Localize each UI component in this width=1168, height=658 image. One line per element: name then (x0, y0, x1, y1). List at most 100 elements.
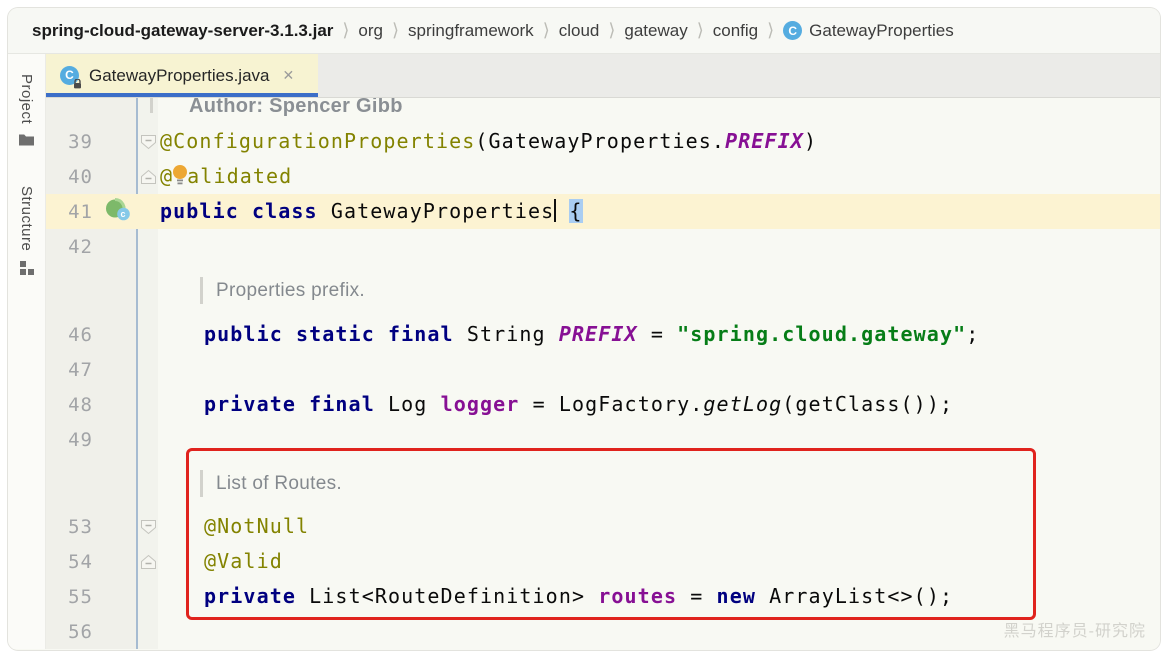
breadcrumb-item[interactable]: org (358, 21, 383, 41)
tab-title: GatewayProperties.java (89, 66, 269, 86)
code-line[interactable]: 53 @NotNull (46, 509, 1160, 544)
code-line-text[interactable] (158, 229, 1160, 264)
code-line[interactable]: 39 @ConfigurationProperties(GatewayProper… (46, 124, 1160, 159)
code-token: ; (966, 322, 979, 346)
code-token: Log (388, 392, 441, 416)
doc-comment-line[interactable]: Author: Spencer Gibb (46, 98, 1160, 124)
code-token: new (717, 584, 770, 608)
code-token: alidated (187, 164, 292, 188)
line-number[interactable]: 46 (68, 324, 93, 346)
doc-comment-text: Properties prefix. (216, 273, 365, 308)
fold-cell (138, 457, 158, 509)
breadcrumb-item-class[interactable]: GatewayProperties (809, 21, 954, 41)
close-icon[interactable]: ✕ (282, 67, 294, 84)
gutter-cell[interactable]: 40 (46, 159, 138, 194)
code-token: logger (441, 392, 520, 416)
doc-comment-line[interactable]: Properties prefix. (46, 264, 1160, 317)
class-icon: C (783, 21, 802, 40)
code-token: routes (598, 584, 677, 608)
fold-cell[interactable] (138, 124, 158, 159)
code-line[interactable]: 56 (46, 614, 1160, 649)
code-token: ) (804, 129, 817, 153)
line-number[interactable]: 49 (68, 429, 93, 451)
code-line-text[interactable]: public class GatewayProperties { (158, 194, 1160, 229)
gutter-cell[interactable]: 39 (46, 124, 138, 159)
code-line-text[interactable] (158, 422, 1160, 457)
gutter-cell[interactable]: 46 (46, 317, 138, 352)
sidebar-item-structure[interactable]: Structure (18, 186, 35, 280)
code-line-text[interactable]: @ConfigurationProperties(GatewayProperti… (158, 124, 1160, 159)
line-number[interactable]: 41 (68, 201, 93, 223)
code-token: private (204, 584, 309, 608)
gutter-cell[interactable]: 42 (46, 229, 138, 264)
code-line-text[interactable]: @NotNull (158, 509, 1160, 544)
gutter-cell[interactable] (46, 457, 138, 509)
code-line-text[interactable]: private final Log logger = LogFactory.ge… (158, 387, 1160, 422)
gutter-cell[interactable]: 47 (46, 352, 138, 387)
line-number[interactable]: 40 (68, 166, 93, 188)
breadcrumb-separator-icon: ⟩ (543, 20, 550, 41)
code-line-text[interactable]: @alidated (158, 159, 1160, 194)
fold-cell (138, 194, 158, 229)
gutter-cell[interactable] (46, 264, 138, 317)
code-line[interactable]: 46 public static final String PREFIX = "s… (46, 317, 1160, 352)
code-line-text[interactable]: private List<RouteDefinition> routes = n… (158, 579, 1160, 614)
code-line[interactable]: 42 (46, 229, 1160, 264)
code-line-text[interactable]: List of Routes. (158, 457, 1160, 509)
code-line-text[interactable]: @Valid (158, 544, 1160, 579)
code-line[interactable]: 54 @Valid (46, 544, 1160, 579)
fold-cell (138, 579, 158, 614)
breadcrumb-item[interactable]: spring-cloud-gateway-server-3.1.3.jar (32, 21, 333, 41)
breadcrumb-item[interactable]: gateway (624, 21, 687, 41)
code-line-text[interactable]: public static final String PREFIX = "spr… (158, 317, 1160, 352)
code-line-text[interactable] (158, 352, 1160, 387)
fold-cell (138, 352, 158, 387)
line-number[interactable]: 55 (68, 586, 93, 608)
fold-cell[interactable] (138, 544, 158, 579)
code-token: = LogFactory. (519, 392, 703, 416)
gutter-cell[interactable]: 56 (46, 614, 138, 649)
code-editor[interactable]: Author: Spencer Gibb 39 @ConfigurationProp… (46, 98, 1160, 649)
tab-gatewayproperties-java[interactable]: C GatewayProperties.java ✕ (46, 54, 318, 97)
code-line[interactable]: 55 private List<RouteDefinition> routes =… (46, 579, 1160, 614)
fold-cell[interactable] (138, 509, 158, 544)
folder-icon (18, 132, 35, 152)
line-number[interactable]: 39 (68, 131, 93, 153)
gutter-cell[interactable]: 53 (46, 509, 138, 544)
line-number[interactable]: 54 (68, 551, 93, 573)
line-number[interactable]: 42 (68, 236, 93, 258)
code-token: PREFIX (725, 129, 804, 153)
line-number[interactable]: 53 (68, 516, 93, 538)
spring-class-icon[interactable]: c (105, 197, 132, 226)
line-number[interactable]: 48 (68, 394, 93, 416)
code-line-text[interactable]: Author: Spencer Gibb (158, 98, 1160, 124)
gutter-cell[interactable] (46, 98, 138, 124)
gutter-cell[interactable]: 41 c (46, 194, 138, 229)
gutter-cell[interactable]: 49 (46, 422, 138, 457)
code-token: public class (160, 199, 331, 223)
line-number[interactable]: 47 (68, 359, 93, 381)
code-token: List<RouteDefinition> (309, 584, 598, 608)
code-line[interactable]: 49 (46, 422, 1160, 457)
line-number[interactable]: 56 (68, 621, 93, 643)
code-line[interactable]: 40 @alidated (46, 159, 1160, 194)
code-line-text[interactable]: Properties prefix. (158, 264, 1160, 317)
fold-cell[interactable] (138, 159, 158, 194)
code-line[interactable]: 47 (46, 352, 1160, 387)
code-token: ArrayList<>(); (769, 584, 953, 608)
code-line[interactable]: 41 c public class GatewayProperties { (46, 194, 1160, 229)
breadcrumb-separator-icon: ⟩ (767, 20, 774, 41)
doc-comment-line[interactable]: List of Routes. (46, 457, 1160, 509)
code-token: public static final (204, 322, 467, 346)
gutter-cell[interactable]: 54 (46, 544, 138, 579)
breadcrumb-item[interactable]: cloud (559, 21, 600, 41)
fold-cell (138, 614, 158, 649)
gutter-cell[interactable]: 55 (46, 579, 138, 614)
intention-bulb-icon[interactable] (172, 163, 188, 198)
doc-comment-bar (150, 98, 153, 113)
breadcrumb-item[interactable]: config (713, 21, 758, 41)
breadcrumb-item[interactable]: springframework (408, 21, 534, 41)
gutter-cell[interactable]: 48 (46, 387, 138, 422)
code-line[interactable]: 48 private final Log logger = LogFactory.… (46, 387, 1160, 422)
sidebar-item-project[interactable]: Project (18, 74, 35, 152)
